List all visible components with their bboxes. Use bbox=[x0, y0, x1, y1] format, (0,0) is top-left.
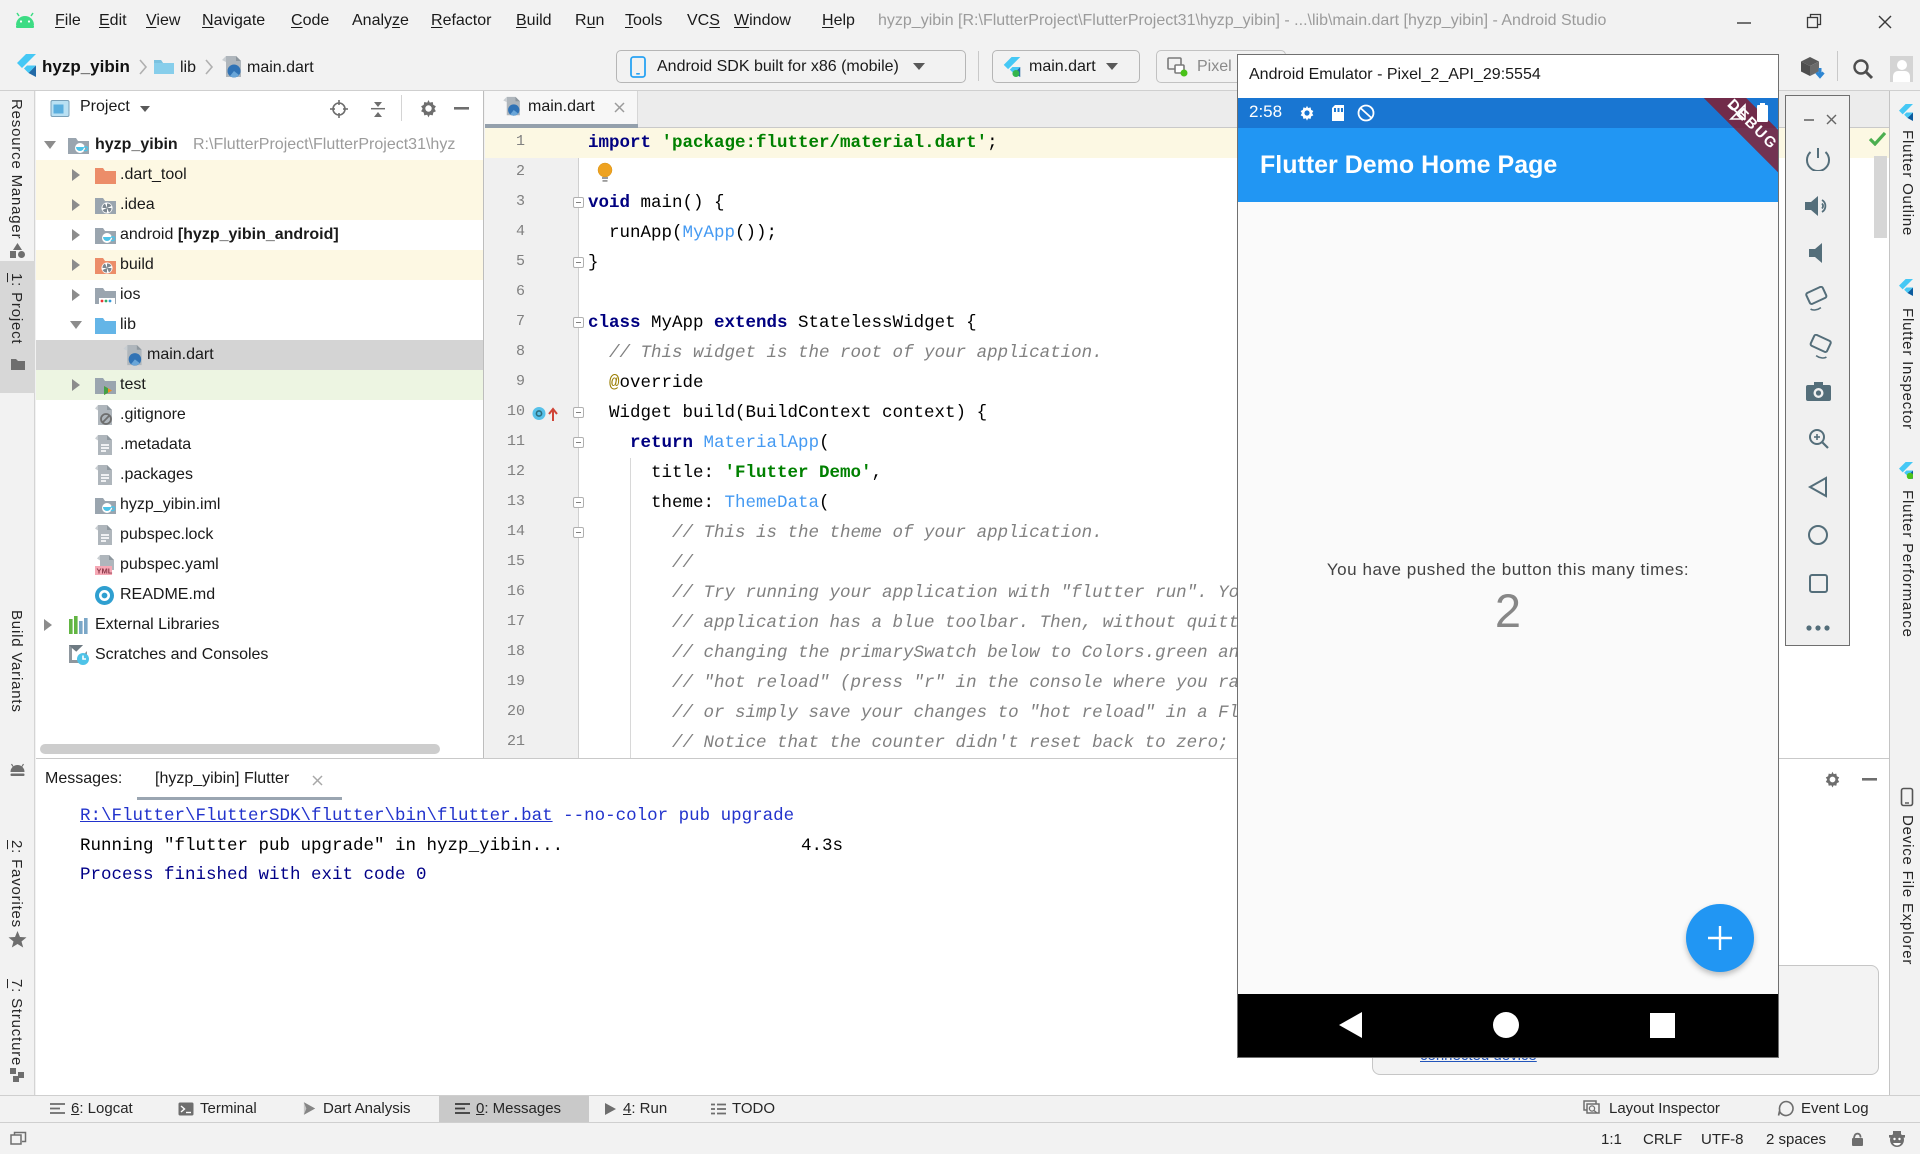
svg-text:YML: YML bbox=[97, 567, 113, 576]
